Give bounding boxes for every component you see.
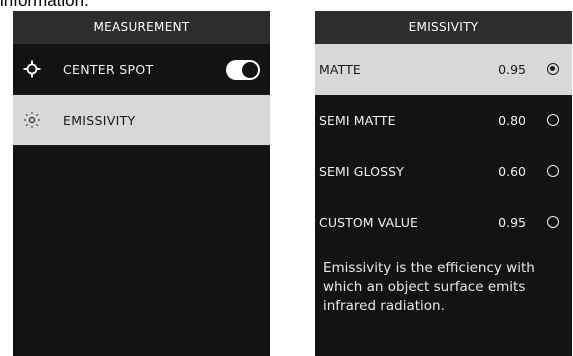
option-label: SEMI MATTE bbox=[319, 113, 396, 128]
radio-unselected[interactable] bbox=[547, 114, 559, 126]
option-semi-glossy[interactable]: SEMI GLOSSY 0.60 bbox=[315, 146, 572, 197]
option-matte[interactable]: MATTE 0.95 bbox=[315, 44, 572, 95]
option-label: MATTE bbox=[319, 62, 361, 77]
measurement-header: MEASUREMENT bbox=[13, 11, 270, 44]
option-custom-value[interactable]: CUSTOM VALUE 0.95 bbox=[315, 197, 572, 248]
option-value: 0.95 bbox=[498, 62, 526, 77]
option-value: 0.60 bbox=[498, 164, 526, 179]
radio-unselected[interactable] bbox=[547, 216, 559, 228]
emissivity-icon bbox=[23, 111, 41, 129]
toggle-knob bbox=[242, 62, 258, 78]
menu-item-emissivity[interactable]: EMISSIVITY bbox=[13, 95, 270, 146]
menu-item-center-spot[interactable]: CENTER SPOT bbox=[13, 44, 270, 95]
option-label: SEMI GLOSSY bbox=[319, 164, 404, 179]
radio-unselected[interactable] bbox=[547, 165, 559, 177]
center-spot-toggle[interactable] bbox=[226, 60, 260, 80]
crosshair-icon bbox=[23, 60, 41, 78]
option-value: 0.95 bbox=[498, 215, 526, 230]
emissivity-label: EMISSIVITY bbox=[63, 112, 136, 128]
emissivity-header: EMISSIVITY bbox=[315, 11, 572, 44]
option-label: CUSTOM VALUE bbox=[319, 215, 418, 230]
radio-selected[interactable] bbox=[547, 63, 559, 75]
measurement-screen: MEASUREMENT CENTER SPOT EMISSIVITY bbox=[13, 11, 270, 356]
emissivity-screen: EMISSIVITY MATTE 0.95 SEMI MATTE 0.80 SE… bbox=[315, 11, 572, 356]
option-semi-matte[interactable]: SEMI MATTE 0.80 bbox=[315, 95, 572, 146]
option-value: 0.80 bbox=[498, 113, 526, 128]
caption-fragment: information. bbox=[0, 0, 89, 10]
radio-dot bbox=[550, 66, 555, 71]
emissivity-description: Emissivity is the efficiency with which … bbox=[323, 260, 535, 314]
